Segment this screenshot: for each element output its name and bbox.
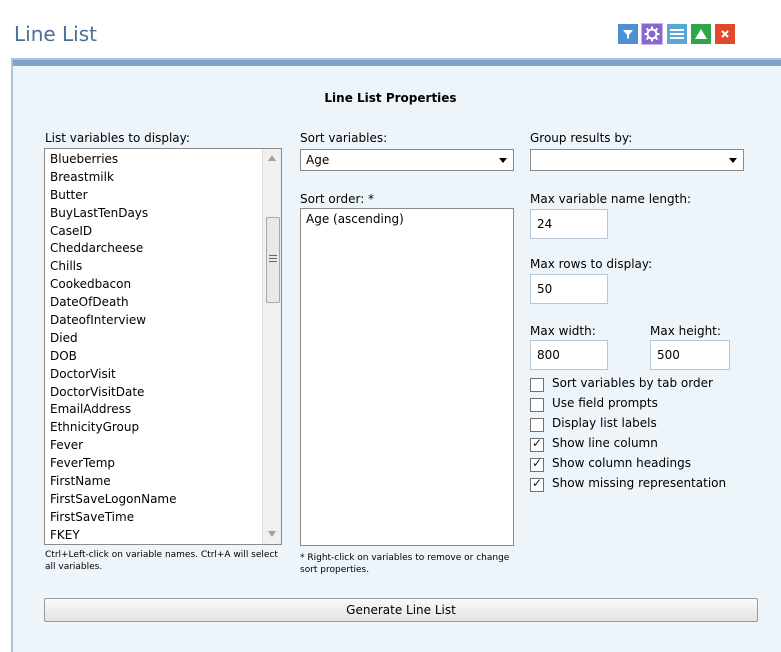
list-item[interactable]: BuyLastTenDays (45, 205, 281, 223)
option-checkbox[interactable] (530, 398, 544, 412)
scroll-down-icon[interactable] (268, 531, 276, 537)
maximize-icon[interactable] (690, 23, 712, 45)
group-by-label: Group results by: (530, 131, 633, 145)
option-label[interactable]: Show line column (552, 436, 658, 450)
list-item[interactable]: Died (45, 330, 281, 348)
list-item[interactable]: DOB (45, 348, 281, 366)
option-checkbox[interactable] (530, 378, 544, 392)
list-icon[interactable] (666, 23, 688, 45)
close-icon[interactable] (714, 23, 736, 45)
filter-icon[interactable] (617, 23, 639, 45)
max-width-label: Max width: (530, 324, 596, 338)
list-item[interactable]: FKEY (45, 527, 281, 544)
option-label[interactable]: Display list labels (552, 416, 657, 430)
panel-top-border (13, 60, 781, 66)
max-name-length-label: Max variable name length: (530, 192, 691, 206)
list-item[interactable]: Fever (45, 437, 281, 455)
list-item[interactable]: Blueberries (45, 151, 281, 169)
list-item[interactable]: FeverTemp (45, 455, 281, 473)
option-label[interactable]: Show missing representation (552, 476, 726, 490)
scroll-up-icon[interactable] (268, 155, 276, 161)
list-item[interactable]: CaseID (45, 223, 281, 241)
option-checkbox[interactable] (530, 456, 544, 472)
sort-variables-combo[interactable]: Age (300, 149, 514, 171)
variables-hint: Ctrl+Left-click on variable names. Ctrl+… (45, 550, 278, 572)
max-rows-input[interactable]: 50 (530, 274, 608, 304)
list-item[interactable]: Butter (45, 187, 281, 205)
sort-order-item[interactable]: Age (ascending) (301, 211, 513, 229)
list-item[interactable]: Chills (45, 258, 281, 276)
variables-scrollbar[interactable] (262, 149, 281, 544)
sort-hint: * Right-click on variables to remove or … (300, 553, 510, 575)
gear-icon[interactable] (641, 23, 663, 45)
option-checkbox[interactable] (530, 476, 544, 492)
generate-line-list-button[interactable]: Generate Line List (44, 598, 758, 622)
option-checkbox[interactable] (530, 418, 544, 432)
sort-variables-label: Sort variables: (300, 131, 388, 145)
list-item[interactable]: EthnicityGroup (45, 419, 281, 437)
max-height-input[interactable]: 500 (650, 340, 730, 370)
list-item[interactable]: Cookedbacon (45, 276, 281, 294)
sort-variables-value: Age (306, 153, 330, 167)
max-height-label: Max height: (650, 324, 721, 338)
chevron-down-icon (729, 158, 737, 163)
list-item[interactable]: DateofInterview (45, 312, 281, 330)
sort-order-list: Age (ascending) (301, 209, 513, 229)
list-item[interactable]: FirstSaveTime (45, 509, 281, 527)
sort-order-listbox[interactable]: Age (ascending) (300, 208, 514, 546)
list-item[interactable]: FirstName (45, 473, 281, 491)
grip-icon (269, 255, 277, 262)
list-item[interactable]: Cheddarcheese (45, 240, 281, 258)
option-label[interactable]: Use field prompts (552, 396, 658, 410)
option-label[interactable]: Sort variables by tab order (552, 376, 713, 390)
list-item[interactable]: FirstSaveLogonName (45, 491, 281, 509)
list-item[interactable]: EmailAddress (45, 401, 281, 419)
scrollbar-thumb[interactable] (266, 217, 280, 303)
list-item[interactable]: Breastmilk (45, 169, 281, 187)
title-bar: Line List (0, 0, 781, 58)
option-label[interactable]: Show column headings (552, 456, 691, 470)
sort-order-label: Sort order: * (300, 192, 375, 206)
variables-list: Blueberries Breastmilk Butter BuyLastTenDay… (45, 149, 281, 544)
variables-listbox[interactable]: Blueberries Breastmilk Butter BuyLastTenDay… (44, 148, 282, 545)
list-item[interactable]: DoctorVisitDate (45, 384, 281, 402)
properties-heading: Line List Properties (324, 91, 457, 105)
list-item[interactable]: DateOfDeath (45, 294, 281, 312)
list-item[interactable]: DoctorVisit (45, 366, 281, 384)
option-checkbox[interactable] (530, 436, 544, 452)
list-variables-label: List variables to display: (45, 131, 190, 145)
group-by-combo[interactable] (530, 149, 744, 171)
max-name-length-input[interactable]: 24 (530, 209, 608, 239)
max-width-input[interactable]: 800 (530, 340, 608, 370)
max-rows-label: Max rows to display: (530, 257, 653, 271)
chevron-down-icon (499, 158, 507, 163)
window-title: Line List (14, 22, 97, 46)
